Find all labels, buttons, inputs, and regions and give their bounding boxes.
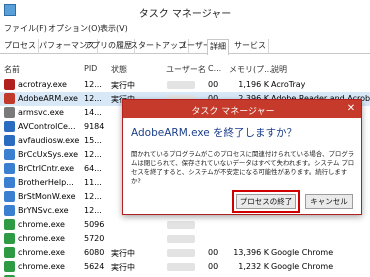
process-icon [4,163,15,174]
cell-mem: 1,232 K [238,262,269,271]
window-title: タスク マネージャー [138,9,232,20]
end-process-dialog: タスク マネージャー ✕ AdobeARM.exe を終了しますか？ 開かれてい… [122,99,362,215]
process-icon [4,233,15,244]
close-icon[interactable]: ✕ [344,102,358,115]
cell-mem: 1,196 K [238,80,269,89]
cell-pid: 12... [84,150,102,159]
cell-name: chrome.exe [18,248,65,257]
username-redacted [167,249,195,257]
cell-pid: 12... [84,94,102,103]
process-icon [4,205,15,216]
dialog-message: 開かれているプログラムがこのプロセスに関連付けられている場合、プログラムは閉じら… [131,150,355,185]
cell-name: acrotray.exe [18,80,67,89]
cell-pid: 64... [84,164,102,173]
cell-pid: 12... [84,80,102,89]
username-redacted [167,221,195,229]
process-icon [4,135,15,146]
cell-pid: 5624 [84,262,105,271]
cancel-button[interactable]: キャンセル [305,194,353,209]
username-redacted [167,81,195,89]
cell-name: AVControlCe... [18,122,76,131]
table-row[interactable]: acrotray.exe 12... 実行中 00 1,196 K AcroTray [0,78,370,92]
col-pid[interactable]: PID [84,64,97,73]
table-row[interactable]: chrome.exe 5096 [0,218,370,232]
process-icon [4,79,15,90]
process-icon [4,93,15,104]
col-name[interactable]: 名前 [4,64,20,75]
end-process-button[interactable]: プロセスの終了 [236,194,296,209]
tab-processes[interactable]: プロセス [2,39,39,54]
col-memory[interactable]: メモリ(プ... [229,64,272,75]
process-icon [4,149,15,160]
cell-pid: 5096 [84,220,105,229]
cell-name: chrome.exe [18,220,65,229]
process-icon [4,121,15,132]
title-bar: タスク マネージャー [0,0,370,22]
table-row[interactable]: chrome.exe 5624 実行中 00 1,232 K Google Chrome [0,260,370,274]
cell-desc: AcroTray [271,80,306,89]
cell-desc: Google Chrome [271,248,334,257]
tab-strip: プロセス パフォーマンス アプリの履歴 スタートアップ ユーザー 詳細 サービス [0,38,370,55]
cell-name: chrome.exe [18,262,65,271]
username-redacted [167,263,195,271]
cell-pid: 5720 [84,234,105,243]
cell-name: BrYNSvc.exe [18,206,69,215]
cell-pid: 12... [84,206,102,215]
cell-cpu: 00 [208,248,219,257]
table-row[interactable]: chrome.exe 6080 実行中 00 13,396 K Google Chrome [0,246,370,260]
cell-pid: 6080 [84,248,105,257]
cell-pid: 11... [84,178,102,187]
dialog-heading: AdobeARM.exe を終了しますか？ [131,127,298,139]
menu-bar: ファイル(F) オプション(O) 表示(V) [0,22,370,36]
process-icon [4,177,15,188]
tab-details[interactable]: 詳細 [207,39,229,55]
username-redacted [167,235,195,243]
process-icon [4,191,15,202]
cell-name: chrome.exe [18,234,65,243]
cell-pid: 14... [84,108,102,117]
cell-desc: Google Chrome [271,262,334,271]
menu-view[interactable]: 表示(V) [100,23,128,34]
cell-name: BrotherHelp... [18,178,74,187]
cell-name: avfaudiosw.exe [18,136,80,145]
cell-status: 実行中 [111,249,135,258]
process-icon [4,261,15,272]
table-row[interactable]: chrome.exe 5720 [0,232,370,246]
cell-name: armsvc.exe [18,108,64,117]
process-icon [4,219,15,230]
cell-cpu: 00 [208,262,219,271]
menu-options[interactable]: オプション(O) [48,23,101,34]
cell-mem: 13,396 K [233,248,269,257]
col-description[interactable]: 説明 [271,64,287,75]
col-cpu[interactable]: C... [208,64,221,73]
menu-file[interactable]: ファイル(F) [4,23,47,34]
process-icon [4,107,15,118]
col-user[interactable]: ユーザー名 [166,64,206,75]
cell-pid: 15... [84,136,102,145]
cell-name: BrCcUxSys.exe [18,150,79,159]
cell-name: BrCtrlCntr.exe [18,164,75,173]
tab-services[interactable]: サービス [232,39,269,54]
cell-status: 実行中 [111,263,135,272]
cell-status: 実行中 [111,81,135,90]
dialog-title: タスク マネージャー [191,107,275,117]
cell-name: BrStMonW.exe [18,192,76,201]
cell-name: AdobeARM.exe [18,94,78,103]
dialog-title-bar: タスク マネージャー ✕ [123,100,361,118]
cell-pid: 9184 [84,122,105,131]
cell-cpu: 00 [208,80,219,89]
cell-pid: 12... [84,192,102,201]
process-icon [4,247,15,258]
col-status[interactable]: 状態 [111,64,127,75]
